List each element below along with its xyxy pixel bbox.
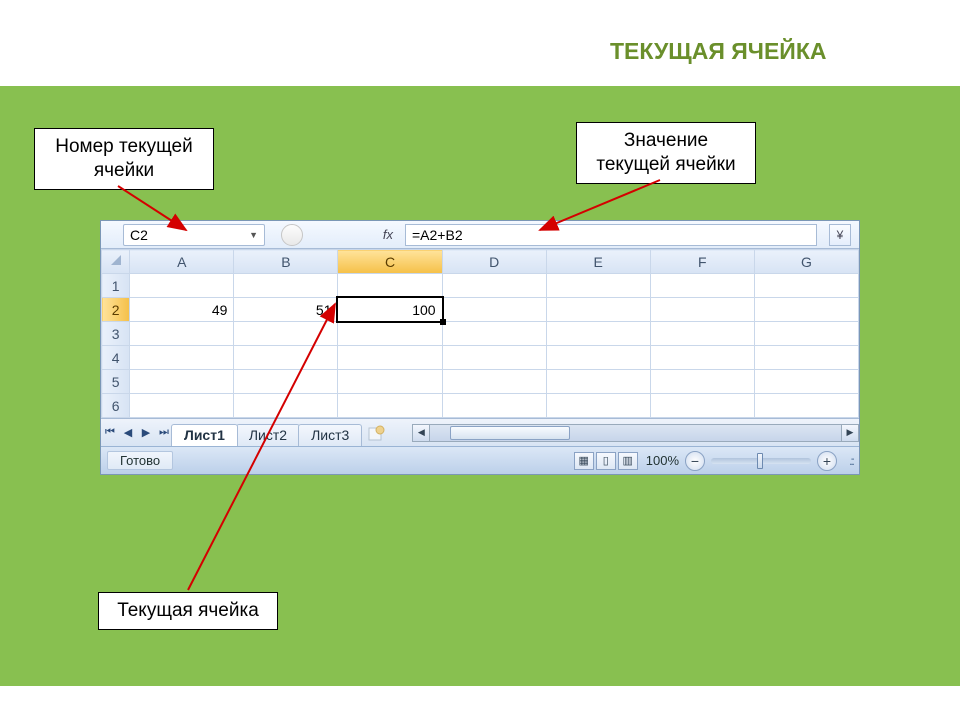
cell-e2[interactable] bbox=[546, 298, 650, 322]
zoom-slider[interactable] bbox=[711, 458, 811, 464]
expand-formula-bar-button[interactable]: ¥ bbox=[829, 224, 851, 246]
cell-d3[interactable] bbox=[442, 322, 546, 346]
cell-g1[interactable] bbox=[754, 274, 858, 298]
page-title: ТЕКУЩАЯ ЯЧЕЙКА bbox=[610, 38, 827, 65]
cell-d4[interactable] bbox=[442, 346, 546, 370]
cell-d6[interactable] bbox=[442, 394, 546, 418]
cancel-entry-button[interactable] bbox=[281, 224, 303, 246]
sheet-tab-bar: ⏮ ◀ ▶ ⏭ Лист1 Лист2 Лист3 ◀ ▶ bbox=[101, 418, 859, 446]
horizontal-scrollbar[interactable]: ◀ ▶ bbox=[412, 424, 859, 442]
cell-a6[interactable] bbox=[130, 394, 234, 418]
formula-text: =A2+B2 bbox=[412, 227, 463, 243]
callout-active-cell: Текущая ячейка bbox=[98, 592, 278, 630]
col-header-b[interactable]: B bbox=[234, 250, 338, 274]
cell-g5[interactable] bbox=[754, 370, 858, 394]
zoom-controls: 100% − + bbox=[646, 451, 837, 471]
col-header-g[interactable]: G bbox=[754, 250, 858, 274]
zoom-out-button[interactable]: − bbox=[685, 451, 705, 471]
status-ready: Готово bbox=[107, 451, 173, 470]
cell-a1[interactable] bbox=[130, 274, 234, 298]
cell-f1[interactable] bbox=[650, 274, 754, 298]
cell-f3[interactable] bbox=[650, 322, 754, 346]
cell-e1[interactable] bbox=[546, 274, 650, 298]
name-box-value: C2 bbox=[130, 227, 148, 243]
row-header-3[interactable]: 3 bbox=[102, 322, 130, 346]
next-sheet-button[interactable]: ▶ bbox=[137, 423, 155, 443]
scroll-left-button[interactable]: ◀ bbox=[412, 424, 430, 442]
cell-a5[interactable] bbox=[130, 370, 234, 394]
view-page-break-icon[interactable]: ▥ bbox=[618, 452, 638, 470]
cell-c2[interactable]: 100 bbox=[338, 298, 442, 322]
name-box[interactable]: C2 ▼ bbox=[123, 224, 265, 246]
cell-g2[interactable] bbox=[754, 298, 858, 322]
fx-icon[interactable]: fx bbox=[309, 227, 399, 242]
cell-a3[interactable] bbox=[130, 322, 234, 346]
row-header-6[interactable]: 6 bbox=[102, 394, 130, 418]
cell-e5[interactable] bbox=[546, 370, 650, 394]
cell-e6[interactable] bbox=[546, 394, 650, 418]
zoom-in-button[interactable]: + bbox=[817, 451, 837, 471]
col-header-d[interactable]: D bbox=[442, 250, 546, 274]
cell-g6[interactable] bbox=[754, 394, 858, 418]
cell-b1[interactable] bbox=[234, 274, 338, 298]
cell-c2-value: 100 bbox=[412, 302, 435, 318]
view-normal-icon[interactable]: ▦ bbox=[574, 452, 594, 470]
excel-window: C2 ▼ fx =A2+B2 ¥ A B C D E F G bbox=[100, 220, 860, 475]
cell-c5[interactable] bbox=[338, 370, 442, 394]
cell-d2[interactable] bbox=[442, 298, 546, 322]
cell-b2[interactable]: 51 bbox=[234, 298, 338, 322]
zoom-slider-knob[interactable] bbox=[757, 453, 763, 469]
col-header-a[interactable]: A bbox=[130, 250, 234, 274]
cell-c4[interactable] bbox=[338, 346, 442, 370]
cell-g3[interactable] bbox=[754, 322, 858, 346]
resize-grip-icon[interactable]: .:: bbox=[843, 454, 859, 468]
col-header-c[interactable]: C bbox=[338, 250, 442, 274]
cell-c6[interactable] bbox=[338, 394, 442, 418]
row-header-5[interactable]: 5 bbox=[102, 370, 130, 394]
cell-e3[interactable] bbox=[546, 322, 650, 346]
cell-a2[interactable]: 49 bbox=[130, 298, 234, 322]
cell-d5[interactable] bbox=[442, 370, 546, 394]
cell-e4[interactable] bbox=[546, 346, 650, 370]
cell-g4[interactable] bbox=[754, 346, 858, 370]
sheet-tab-1[interactable]: Лист1 bbox=[171, 424, 238, 446]
cell-a4[interactable] bbox=[130, 346, 234, 370]
cell-f6[interactable] bbox=[650, 394, 754, 418]
cell-d1[interactable] bbox=[442, 274, 546, 298]
formula-bar: C2 ▼ fx =A2+B2 ¥ bbox=[101, 221, 859, 249]
cell-b5[interactable] bbox=[234, 370, 338, 394]
row-header-2[interactable]: 2 bbox=[102, 298, 130, 322]
view-page-layout-icon[interactable]: ▯ bbox=[596, 452, 616, 470]
scroll-right-button[interactable]: ▶ bbox=[841, 424, 859, 442]
new-sheet-button[interactable] bbox=[366, 423, 388, 443]
col-header-f[interactable]: F bbox=[650, 250, 754, 274]
cell-f4[interactable] bbox=[650, 346, 754, 370]
cell-c1[interactable] bbox=[338, 274, 442, 298]
sheet-tab-2[interactable]: Лист2 bbox=[236, 424, 300, 446]
prev-sheet-button[interactable]: ◀ bbox=[119, 423, 137, 443]
cell-f5[interactable] bbox=[650, 370, 754, 394]
scroll-thumb[interactable] bbox=[450, 426, 570, 440]
first-sheet-button[interactable]: ⏮ bbox=[101, 423, 119, 443]
row-header-1[interactable]: 1 bbox=[102, 274, 130, 298]
cell-b6[interactable] bbox=[234, 394, 338, 418]
formula-input[interactable]: =A2+B2 bbox=[405, 224, 817, 246]
cell-c3[interactable] bbox=[338, 322, 442, 346]
row-header-4[interactable]: 4 bbox=[102, 346, 130, 370]
cell-b4[interactable] bbox=[234, 346, 338, 370]
callout-name-box: Номер текущейячейки bbox=[34, 128, 214, 190]
select-all-corner[interactable] bbox=[102, 250, 130, 274]
spreadsheet-grid[interactable]: A B C D E F G 1 2 49 51 100 3 4 5 bbox=[101, 249, 859, 418]
callout-formula-value: Значениетекущей ячейки bbox=[576, 122, 756, 184]
status-bar: Готово ▦ ▯ ▥ 100% − + .:: bbox=[101, 446, 859, 474]
cell-b3[interactable] bbox=[234, 322, 338, 346]
zoom-value[interactable]: 100% bbox=[646, 453, 679, 468]
cell-f2[interactable] bbox=[650, 298, 754, 322]
scroll-track[interactable] bbox=[430, 424, 841, 442]
col-header-e[interactable]: E bbox=[546, 250, 650, 274]
sheet-tab-3[interactable]: Лист3 bbox=[298, 424, 362, 446]
name-box-dropdown-icon[interactable]: ▼ bbox=[249, 230, 258, 240]
